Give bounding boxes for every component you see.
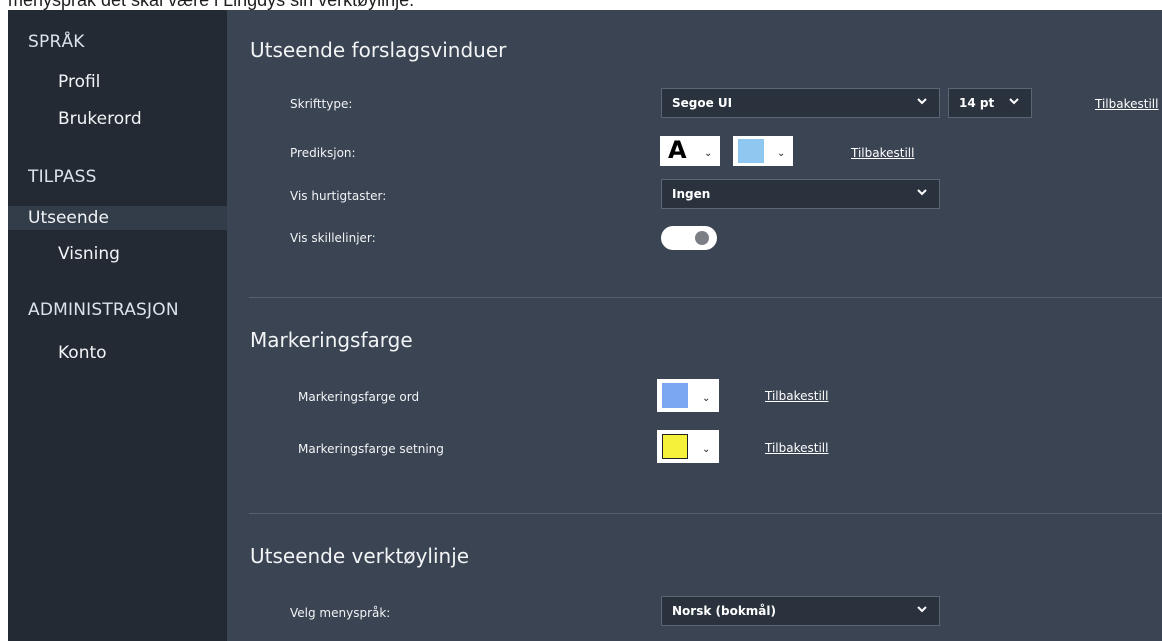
section-divider xyxy=(249,297,1162,298)
word-highlight-reset-link[interactable]: Tilbakestill xyxy=(765,389,828,403)
menu-language-value: Norsk (bokmål) xyxy=(672,604,777,618)
sidebar-item-label: Profil xyxy=(58,72,101,92)
section-divider xyxy=(249,513,1162,514)
sidebar-item-label: Brukerord xyxy=(58,109,142,129)
font-size-select[interactable]: 14 pt xyxy=(948,88,1032,118)
dividers-label: Vis skillelinjer: xyxy=(290,231,376,245)
font-reset-link[interactable]: Tilbakestill xyxy=(1095,97,1158,111)
sentence-highlight-label: Markeringsfarge setning xyxy=(298,442,444,456)
sidebar-category-administrasjon: ADMINISTRASJON xyxy=(28,300,179,320)
sidebar-category-sprak: SPRÅK xyxy=(28,32,85,52)
chevron-down-icon xyxy=(1009,98,1019,105)
font-size-value: 14 pt xyxy=(959,96,995,110)
sidebar-category-tilpass: TILPASS xyxy=(28,167,97,187)
toggle-knob xyxy=(695,231,709,245)
color-swatch xyxy=(662,434,688,459)
section-title-highlight: Markeringsfarge xyxy=(250,328,413,352)
chevron-down-icon: ⌄ xyxy=(702,393,711,404)
sidebar-item-label: Utseende xyxy=(28,208,109,228)
sidebar-item-brukerord[interactable]: Brukerord xyxy=(8,107,227,131)
chevron-down-icon: ⌄ xyxy=(704,148,713,159)
sidebar-item-label: Visning xyxy=(58,244,120,264)
prediction-bg-color-button[interactable]: ⌄ xyxy=(733,136,793,166)
word-highlight-label: Markeringsfarge ord xyxy=(298,390,420,404)
settings-panel: Utseende forslagsvinduer Skrifttype: Seg… xyxy=(227,10,1162,641)
sidebar-item-label: Konto xyxy=(58,343,107,363)
color-swatch xyxy=(662,383,688,408)
chevron-down-icon xyxy=(917,98,927,105)
chevron-down-icon xyxy=(917,189,927,196)
prediction-letter: A xyxy=(668,136,687,164)
section-title-suggestions: Utseende forslagsvinduer xyxy=(250,38,507,62)
prediction-text-color-button[interactable]: A ⌄ xyxy=(660,136,720,166)
font-label: Skrifttype: xyxy=(290,97,353,111)
shortcuts-label: Vis hurtigtaster: xyxy=(290,189,387,203)
sentence-highlight-color-button[interactable]: ⌄ xyxy=(657,430,719,463)
sidebar-item-profil[interactable]: Profil xyxy=(8,70,227,94)
chevron-down-icon: ⌄ xyxy=(702,444,711,455)
instruction-text: menyspråk det skal være i Lingdys sin ve… xyxy=(8,0,415,10)
chevron-down-icon xyxy=(917,606,927,613)
menu-language-label: Velg menyspråk: xyxy=(290,606,391,620)
shortcuts-select-value: Ingen xyxy=(672,187,711,201)
sidebar: SPRÅK Profil Brukerord TILPASS Utseende … xyxy=(8,10,227,641)
dividers-toggle[interactable] xyxy=(661,226,717,250)
shortcuts-select[interactable]: Ingen xyxy=(661,179,940,209)
color-swatch xyxy=(738,139,764,163)
sidebar-item-visning[interactable]: Visning xyxy=(8,242,227,266)
menu-language-select[interactable]: Norsk (bokmål) xyxy=(661,596,940,626)
font-select[interactable]: Segoe UI xyxy=(661,88,940,118)
prediction-reset-link[interactable]: Tilbakestill xyxy=(851,146,914,160)
chevron-down-icon: ⌄ xyxy=(777,148,786,159)
section-title-toolbar: Utseende verktøylinje xyxy=(250,544,470,568)
sidebar-item-konto[interactable]: Konto xyxy=(8,341,227,365)
prediction-label: Prediksjon: xyxy=(290,146,356,160)
word-highlight-color-button[interactable]: ⌄ xyxy=(657,379,719,412)
font-select-value: Segoe UI xyxy=(672,96,733,110)
sentence-highlight-reset-link[interactable]: Tilbakestill xyxy=(765,441,828,455)
sidebar-item-utseende[interactable]: Utseende xyxy=(8,206,227,230)
